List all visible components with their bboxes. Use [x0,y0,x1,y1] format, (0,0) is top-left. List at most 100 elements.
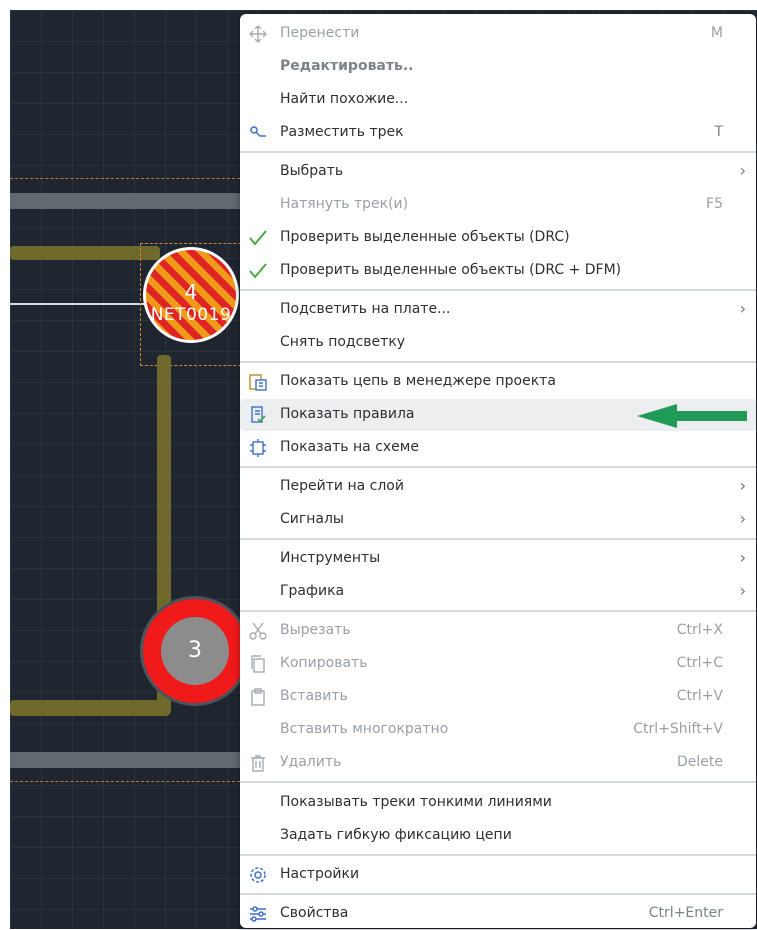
menu-item-paste[interactable]: Вставить Ctrl+V [240,681,756,713]
menu-item-label: Проверить выделенные объекты (DRC) [280,229,570,245]
menu-item-label: Показывать треки тонкими линиями [280,794,552,810]
menu-item-label: Снять подсветку [280,334,406,350]
shortcut: Ctrl+C [676,655,723,671]
shortcut: Ctrl+V [676,688,723,704]
menu-item-label: Разместить трек [280,124,404,140]
menu-item-label: Выбрать [280,163,344,179]
menu-separator [240,538,756,540]
route-track-icon [248,123,268,143]
chevron-right-icon: › [739,509,746,528]
move-icon [248,24,268,44]
menu-separator [240,893,756,895]
menu-item-tools[interactable]: Инструменты › [240,543,756,575]
menu-item-show-on-schematic[interactable]: Показать на схеме [240,432,756,464]
menu-item-label: Показать цепь в менеджере проекта [280,373,556,389]
menu-item-label: Перенести [280,25,360,41]
menu-item-label: Задать гибкую фиксацию цепи [280,827,512,843]
menu-item-settings[interactable]: Настройки [240,859,756,891]
menu-item-show-net-in-manager[interactable]: Показать цепь в менеджере проекта [240,366,756,398]
menu-item-check-drc[interactable]: Проверить выделенные объекты (DRC) [240,222,756,254]
schematic-icon [248,438,268,458]
menu-item-thin-tracks[interactable]: Показывать треки тонкими линиями [240,787,756,819]
menu-item-label: Свойства [280,905,349,921]
pad-3[interactable]: 3 [140,596,250,706]
menu-item-label: Вставить многократно [280,721,449,737]
menu-separator [240,289,756,291]
menu-item-stretch-tracks[interactable]: Натянуть трек(и) F5 [240,189,756,221]
menu-item-label: Копировать [280,655,368,671]
context-menu: Перенести M Редактировать.. Найти похожи… [240,14,756,928]
menu-item-cut[interactable]: Вырезать Ctrl+X [240,615,756,647]
menu-item-flexible-fix[interactable]: Задать гибкую фиксацию цепи [240,820,756,852]
chevron-right-icon: › [739,548,746,567]
menu-item-label: Найти похожие... [280,91,409,107]
trash-icon [248,753,268,773]
menu-separator [240,151,756,153]
menu-item-graphics[interactable]: Графика › [240,576,756,608]
menu-separator [240,854,756,856]
menu-separator [240,466,756,468]
menu-item-find-similar[interactable]: Найти похожие... [240,84,756,116]
menu-item-edit[interactable]: Редактировать.. [240,51,756,83]
shortcut: M [710,25,723,41]
shortcut: F5 [706,196,723,212]
menu-item-label: Удалить [280,754,342,770]
annotation-arrow-icon [637,404,747,428]
project-manager-icon [248,372,268,392]
chevron-right-icon: › [739,299,746,318]
menu-separator [240,610,756,612]
menu-item-delete[interactable]: Удалить Delete [240,747,756,779]
menu-item-clear-highlight[interactable]: Снять подсветку [240,327,756,359]
menu-item-label: Настройки [280,866,360,882]
menu-item-label: Инструменты [280,550,381,566]
track-horizontal-top [10,246,160,260]
menu-item-check-drc-dfm[interactable]: Проверить выделенные объекты (DRC + DFM) [240,255,756,287]
copper-band-bottom [10,752,250,768]
menu-item-move[interactable]: Перенести M [240,18,756,50]
copper-band-top [10,193,250,209]
menu-item-label: Показать на схеме [280,439,419,455]
menu-separator [240,781,756,783]
checkmark-icon [248,228,268,248]
menu-item-label: Перейти на слой [280,478,404,494]
menu-item-label: Графика [280,583,345,599]
menu-item-copy[interactable]: Копировать Ctrl+C [240,648,756,680]
chevron-right-icon: › [739,161,746,180]
chevron-right-icon: › [739,581,746,600]
copy-icon [248,654,268,674]
menu-item-select[interactable]: Выбрать › [240,156,756,188]
menu-item-label: Подсветить на плате... [280,301,451,317]
checkmark-icon [248,261,268,281]
menu-separator [240,361,756,363]
menu-item-label: Показать правила [280,406,415,422]
pad-net-name: NET0019 [150,305,232,325]
track-horizontal-bottom [10,700,170,716]
menu-item-label: Натянуть трек(и) [280,196,409,212]
chevron-right-icon: › [739,476,746,495]
scissors-icon [248,621,268,641]
shortcut: Ctrl+Enter [648,905,723,921]
menu-item-properties[interactable]: Свойства Ctrl+Enter [240,898,756,930]
menu-item-go-to-layer[interactable]: Перейти на слой › [240,471,756,503]
menu-item-place-track[interactable]: Разместить трек T [240,117,756,149]
shortcut: Ctrl+Shift+V [633,721,723,737]
clipboard-icon [248,687,268,707]
pad-number: 3 [161,617,229,685]
thin-track [10,303,150,305]
board-outline-top [10,178,250,179]
menu-item-label: Сигналы [280,511,344,527]
menu-item-paste-multiple[interactable]: Вставить многократно Ctrl+Shift+V [240,714,756,746]
pad-number: 4 [184,280,198,304]
gear-icon [248,865,268,885]
pad-4[interactable]: 4 NET0019 [143,247,239,343]
shortcut: Ctrl+X [676,622,723,638]
shortcut: Delete [677,754,723,770]
menu-item-label: Проверить выделенные объекты (DRC + DFM) [280,262,622,278]
board-outline-bottom [10,781,250,782]
menu-item-signals[interactable]: Сигналы › [240,504,756,536]
rules-icon [248,405,268,425]
shortcut: T [714,124,723,140]
sliders-icon [248,904,268,924]
menu-item-highlight-on-board[interactable]: Подсветить на плате... › [240,294,756,326]
menu-item-label: Вырезать [280,622,351,638]
